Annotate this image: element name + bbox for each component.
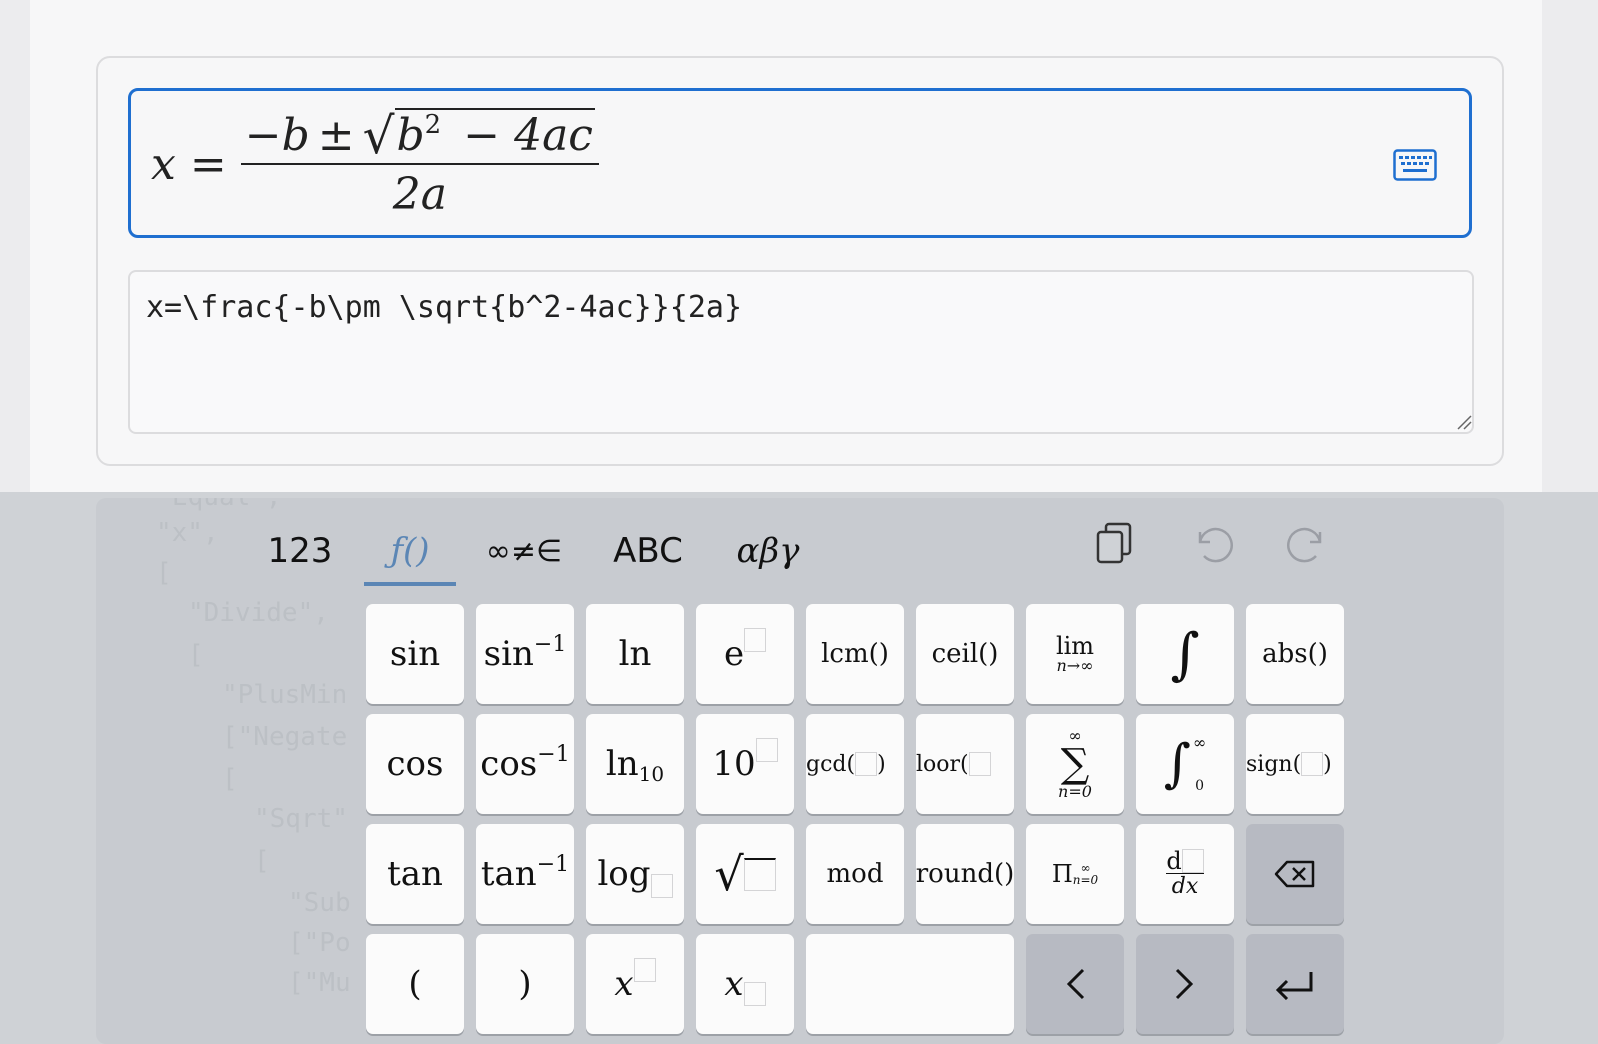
numerator-neg-b: −b — [244, 110, 310, 161]
undo-icon[interactable] — [1190, 520, 1234, 568]
ghost-line: ["Po — [288, 928, 351, 958]
ghost-line: [ — [254, 846, 270, 876]
key-right-paren[interactable]: ) — [476, 934, 574, 1034]
key-product[interactable]: Π ∞ n=0 — [1026, 824, 1124, 924]
key-derivative[interactable]: d dx — [1136, 824, 1234, 924]
plus-minus: ± — [317, 110, 355, 161]
ghost-line: [ — [222, 764, 238, 794]
tab-alphabet[interactable]: ABC — [608, 518, 688, 584]
key-sin[interactable]: sin — [366, 604, 464, 704]
tab-numeric[interactable]: 123 — [258, 518, 342, 584]
active-tab-indicator — [364, 582, 456, 586]
key-backspace[interactable] — [1246, 824, 1344, 924]
placeholder-box — [1181, 848, 1204, 873]
placeholder-box — [855, 752, 878, 776]
key-arccos[interactable]: cos −1 — [476, 714, 574, 814]
math-field[interactable]: x = −b ± √ b2 − 4ac 2a — [128, 88, 1472, 238]
placeholder-box — [744, 628, 767, 652]
key-integral[interactable]: ∫ — [1136, 604, 1234, 704]
placeholder-box — [1301, 752, 1324, 776]
formula-equals: = — [189, 138, 227, 190]
ghost-line: ["Negate — [222, 722, 348, 752]
radicand-rest: − 4ac — [463, 110, 593, 161]
key-tan[interactable]: tan — [366, 824, 464, 924]
key-log10[interactable]: ln 10 — [586, 714, 684, 814]
tab-functions[interactable]: ƒ() — [364, 518, 456, 584]
resize-handle-icon[interactable] — [1456, 414, 1472, 430]
placeholder-box — [633, 958, 656, 982]
formula-numerator: −b ± √ b2 − 4ac — [241, 108, 599, 163]
key-arcsin[interactable]: sin −1 — [476, 604, 574, 704]
key-exp[interactable]: e — [696, 604, 794, 704]
radicand-exponent: 2 — [424, 110, 442, 140]
key-cursor-right[interactable] — [1136, 934, 1234, 1034]
key-left-paren[interactable]: ( — [366, 934, 464, 1034]
ghost-line: "PlusMin — [222, 680, 348, 710]
radical-sign: √ — [362, 107, 395, 165]
ghost-line: [ — [156, 558, 172, 588]
ghost-line: "Sub — [288, 888, 351, 918]
placeholder-box — [650, 874, 673, 898]
ghost-line: [ — [188, 640, 204, 670]
radicand-b: b — [396, 110, 425, 161]
square-root: √ b2 − 4ac — [363, 108, 595, 161]
key-abs[interactable]: abs() — [1246, 604, 1344, 704]
ghost-line: ["Mu — [288, 968, 351, 998]
redo-icon[interactable] — [1286, 520, 1330, 568]
key-definite-integral[interactable]: ∫ ∞ 0 — [1136, 714, 1234, 814]
key-sign[interactable]: sign() — [1246, 714, 1344, 814]
formula-fraction: −b ± √ b2 − 4ac 2a — [240, 108, 599, 220]
key-ceil[interactable]: ceil() — [916, 604, 1014, 704]
key-nth-root[interactable]: √ — [696, 824, 794, 924]
key-superscript[interactable]: x — [586, 934, 684, 1034]
formula-display: x = −b ± √ b2 − 4ac 2a — [151, 99, 599, 229]
key-gcd[interactable]: gcd() — [806, 714, 904, 814]
enter-icon — [1275, 972, 1313, 1000]
placeholder-box — [743, 857, 776, 891]
latex-source-input[interactable] — [128, 270, 1474, 434]
key-cursor-left[interactable] — [1026, 934, 1124, 1034]
chevron-right-icon — [1175, 968, 1194, 1000]
tab-symbols[interactable]: ∞≠∈ — [484, 518, 564, 584]
ghost-line: "Divide", — [188, 598, 329, 628]
key-subscript[interactable]: x — [696, 934, 794, 1034]
placeholder-box — [755, 738, 778, 762]
backspace-icon — [1274, 860, 1315, 888]
ghost-line: "Sqrt" — [254, 804, 348, 834]
placeholder-box — [743, 982, 766, 1006]
key-enter[interactable] — [1246, 934, 1344, 1034]
chevron-left-icon — [1066, 968, 1085, 1000]
key-sum[interactable]: ∞ ∑ n=0 — [1026, 714, 1124, 814]
formula-lhs: x — [151, 138, 176, 190]
key-mod[interactable]: mod — [806, 824, 904, 924]
key-round[interactable]: round() — [916, 824, 1014, 924]
key-arctan[interactable]: tan −1 — [476, 824, 574, 924]
keyboard-icon[interactable] — [1393, 149, 1437, 181]
radicand: b2 − 4ac — [394, 108, 595, 161]
key-space[interactable] — [806, 934, 1014, 1034]
ghost-line: "x", — [156, 518, 219, 548]
key-ln[interactable]: ln — [586, 604, 684, 704]
placeholder-box — [968, 752, 991, 776]
key-floor[interactable]: loor( — [916, 714, 1014, 814]
key-limit[interactable]: lim n→∞ — [1026, 604, 1124, 704]
key-log[interactable]: log — [586, 824, 684, 924]
ghost-line: Equal", — [172, 498, 282, 512]
key-cos[interactable]: cos — [366, 714, 464, 814]
copy-icon[interactable] — [1094, 520, 1138, 568]
tab-greek[interactable]: αβγ — [728, 518, 808, 584]
key-ten-power[interactable]: 10 — [696, 714, 794, 814]
formula-denominator: 2a — [240, 163, 599, 220]
key-lcm[interactable]: lcm() — [806, 604, 904, 704]
